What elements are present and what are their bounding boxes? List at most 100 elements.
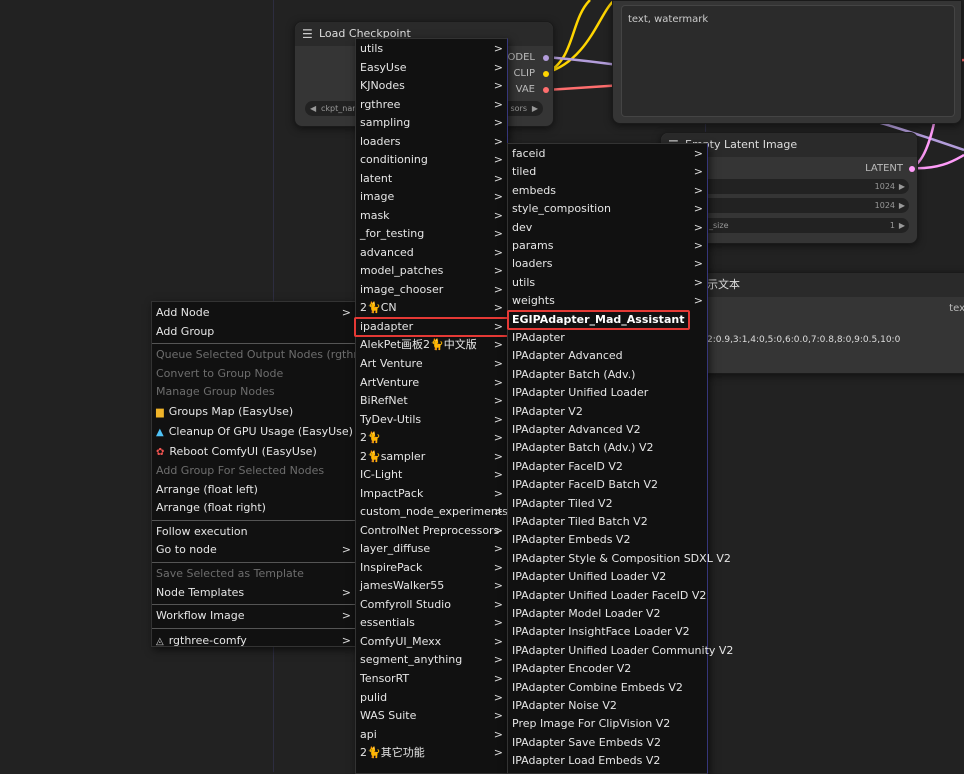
ipadapter-node-item[interactable]: IPAdapter Noise V2: [508, 697, 707, 715]
ipadapter-node-item[interactable]: IPAdapter Embeds V2: [508, 531, 707, 549]
ipadapter-node-item[interactable]: IPAdapter FaceID Batch V2: [508, 476, 707, 494]
category-item[interactable]: _for_testing >: [356, 225, 507, 243]
ipadapter-node-item[interactable]: Prep Image For ClipVision V2: [508, 715, 707, 733]
ipadapter-submenu-item[interactable]: utils >: [508, 274, 707, 292]
ipadapter-node-item[interactable]: EGIPAdapter_Mad_Assistant: [507, 309, 707, 330]
menu-item-node-templates[interactable]: Node Templates >: [152, 584, 355, 603]
left-arrow-icon[interactable]: ◀: [310, 101, 316, 116]
category-item[interactable]: 2🐈CN >: [356, 299, 507, 317]
ipadapter-node-item[interactable]: IPAdapter Batch (Adv.) V2: [508, 439, 707, 457]
ipadapter-node-item[interactable]: IPAdapter Style & Composition SDXL V2: [508, 550, 731, 568]
width-widget[interactable]: 1024 ▶: [701, 179, 909, 194]
category-item[interactable]: Art Venture >: [356, 355, 507, 373]
height-widget[interactable]: 1024 ▶: [701, 198, 909, 213]
category-item[interactable]: conditioning >: [356, 151, 507, 169]
category-item[interactable]: utils >: [356, 40, 507, 58]
category-item[interactable]: layer_diffuse >: [356, 540, 507, 558]
ipadapter-node-item[interactable]: IPAdapter Advanced V2: [508, 421, 707, 439]
menu-item-go-to-node[interactable]: Go to node >: [152, 541, 355, 560]
ipadapter-node-item[interactable]: IPAdapter Save Embeds V2: [508, 734, 707, 752]
show-text-node[interactable]: 示文本 tex 2:0.9,3:1,4:0,5:0,6:0.0,7:0.8,8:…: [690, 272, 964, 374]
ipadapter-node-item[interactable]: IPAdapter Encoder V2: [508, 660, 707, 678]
batch-size-widget[interactable]: _size 1 ▶: [701, 218, 909, 233]
category-item[interactable]: sampling >: [356, 114, 507, 132]
menu-item-arrange-float-right[interactable]: Arrange (float right): [152, 499, 355, 518]
menu-item-add-node[interactable]: Add Node >: [152, 304, 355, 323]
menu-icon[interactable]: ☰: [302, 22, 313, 46]
category-item[interactable]: IC-Light >: [356, 466, 507, 484]
menu-item-workflow-image[interactable]: Workflow Image >: [152, 607, 355, 626]
ipadapter-submenu-item[interactable]: tiled >: [508, 163, 707, 181]
category-item[interactable]: 2🐈sampler >: [356, 448, 507, 466]
category-item[interactable]: WAS Suite >: [356, 707, 507, 725]
right-arrow-icon[interactable]: ▶: [899, 198, 905, 213]
ipadapter-node-item[interactable]: IPAdapter Load Embeds V2: [508, 752, 707, 770]
category-item[interactable]: ArtVenture >: [356, 374, 507, 392]
ipadapter-submenu-item[interactable]: params >: [508, 237, 707, 255]
category-item[interactable]: rgthree >: [356, 96, 507, 114]
vae-port-dot[interactable]: [543, 87, 549, 93]
ipadapter-node-item[interactable]: IPAdapter Batch (Adv.): [508, 366, 707, 384]
category-item[interactable]: pulid >: [356, 689, 507, 707]
category-item[interactable]: segment_anything >: [356, 651, 507, 669]
category-item[interactable]: image >: [356, 188, 507, 206]
category-item[interactable]: BiRefNet >: [356, 392, 507, 410]
category-item[interactable]: loaders >: [356, 133, 507, 151]
ipadapter-node-item[interactable]: IPAdapter V2: [508, 403, 707, 421]
category-item[interactable]: advanced >: [356, 244, 507, 262]
category-item[interactable]: EasyUse >: [356, 59, 507, 77]
category-item[interactable]: 2🐈其它功能 >: [356, 744, 507, 762]
category-item[interactable]: TyDev-Utils >: [356, 411, 507, 429]
ipadapter-node-item[interactable]: IPAdapter FaceID V2: [508, 458, 707, 476]
category-item[interactable]: ComfyUI_Mexx >: [356, 633, 507, 651]
ipadapter-node-item[interactable]: IPAdapter Tiled Batch V2: [508, 513, 707, 531]
prompt-textarea[interactable]: text, watermark: [621, 5, 955, 117]
right-arrow-icon[interactable]: ▶: [899, 179, 905, 194]
category-item[interactable]: jamesWalker55 >: [356, 577, 507, 595]
ipadapter-submenu-item[interactable]: dev >: [508, 219, 707, 237]
category-item[interactable]: ControlNet Preprocessors >: [356, 522, 507, 540]
category-item[interactable]: AlekPet画板2🐈中文版 >: [356, 336, 507, 354]
category-item[interactable]: api >: [356, 726, 507, 744]
category-item[interactable]: Comfyroll Studio >: [356, 596, 507, 614]
ipadapter-node-item[interactable]: IPAdapter Tiled V2: [508, 495, 707, 513]
category-item[interactable]: custom_node_experiments >: [356, 503, 508, 521]
ipadapter-node-item[interactable]: IPAdapter: [508, 329, 707, 347]
negative-prompt-node[interactable]: text, watermark: [612, 0, 962, 124]
ipadapter-submenu-item[interactable]: faceid >: [508, 145, 707, 163]
category-item[interactable]: model_patches >: [356, 262, 507, 280]
ipadapter-node-item[interactable]: IPAdapter Unified Loader V2: [508, 568, 707, 586]
category-item[interactable]: 2🐈 >: [356, 429, 507, 447]
category-item[interactable]: TensorRT >: [356, 670, 507, 688]
right-arrow-icon[interactable]: ▶: [899, 218, 905, 233]
category-item[interactable]: mask >: [356, 207, 507, 225]
ipadapter-node-item[interactable]: IPAdapter Unified Loader FaceID V2: [508, 587, 707, 605]
menu-item-add-group[interactable]: Add Group: [152, 323, 355, 342]
category-item[interactable]: InspirePack >: [356, 559, 507, 577]
model-port-dot[interactable]: [543, 55, 549, 61]
ipadapter-node-item[interactable]: IPAdapter Unified Loader: [508, 384, 707, 402]
ipadapter-submenu-item[interactable]: embeds >: [508, 182, 707, 200]
right-arrow-icon[interactable]: ▶: [532, 101, 538, 116]
ipadapter-node-item[interactable]: IPAdapter InsightFace Loader V2: [508, 623, 707, 641]
ipadapter-node-item[interactable]: IPAdapter Advanced: [508, 347, 707, 365]
menu-item-cleanup-of-gpu-usage-easyuse[interactable]: ▲ Cleanup Of GPU Usage (EasyUse): [152, 422, 355, 442]
menu-item-follow-execution[interactable]: Follow execution: [152, 523, 355, 542]
ipadapter-submenu-item[interactable]: weights >: [508, 292, 707, 310]
category-item[interactable]: ImpactPack >: [356, 485, 507, 503]
category-item[interactable]: essentials >: [356, 614, 507, 632]
latent-port-dot[interactable]: [909, 166, 915, 172]
menu-item-reboot-comfyui-easyuse[interactable]: ✿ Reboot ComfyUI (EasyUse): [152, 442, 355, 462]
menu-item-arrange-float-left[interactable]: Arrange (float left): [152, 481, 355, 500]
category-item[interactable]: image_chooser >: [356, 281, 507, 299]
category-item[interactable]: latent >: [356, 170, 507, 188]
category-item[interactable]: KJNodes >: [356, 77, 507, 95]
clip-port-dot[interactable]: [543, 71, 549, 77]
node-title-bar[interactable]: 示文本: [691, 273, 964, 297]
menu-item-rgthree-comfy[interactable]: ◬ rgthree-comfy >: [152, 631, 355, 651]
menu-item-groups-map-easyuse[interactable]: ▆ Groups Map (EasyUse): [152, 402, 355, 422]
ipadapter-node-item[interactable]: IPAdapter Model Loader V2: [508, 605, 707, 623]
category-item[interactable]: ipadapter >: [354, 316, 509, 337]
ipadapter-node-item[interactable]: IPAdapter Unified Loader Community V2: [508, 642, 733, 660]
ipadapter-node-item[interactable]: IPAdapter Combine Embeds V2: [508, 679, 707, 697]
